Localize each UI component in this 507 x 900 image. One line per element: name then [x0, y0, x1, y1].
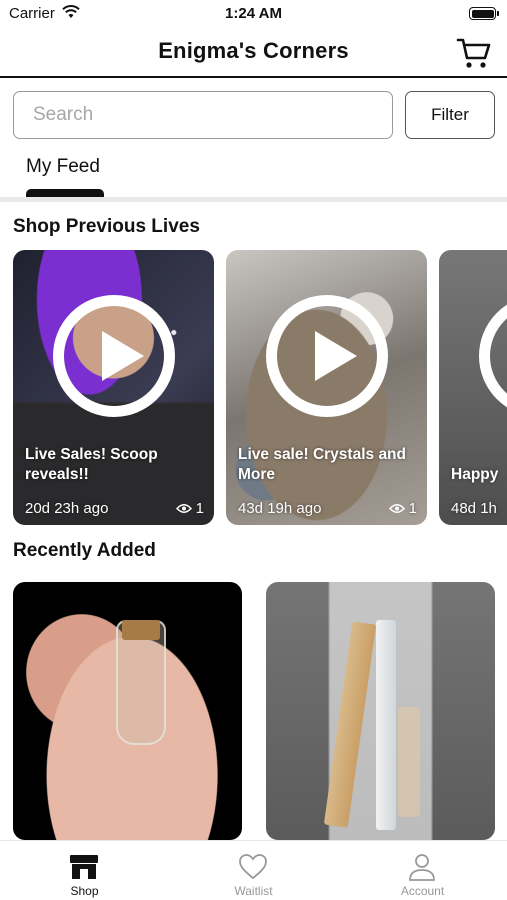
- live-title: Happy: [451, 466, 499, 483]
- live-title: Live Sales! Scoop reveals!!: [25, 446, 158, 483]
- view-count-value: 1: [408, 500, 417, 517]
- product-card[interactable]: [266, 582, 495, 840]
- tab-shop[interactable]: Shop: [0, 841, 169, 900]
- cork-shape: [122, 620, 160, 640]
- product-card[interactable]: [13, 582, 242, 840]
- play-icon[interactable]: [266, 295, 388, 417]
- eye-icon: [388, 504, 405, 513]
- live-card[interactable]: Live Sales! Scoop reveals!! 20d 23h ago …: [13, 250, 214, 525]
- bottom-tab-bar: Shop Waitlist Account: [0, 840, 507, 900]
- cart-icon[interactable]: [456, 36, 492, 70]
- view-count-value: 1: [195, 500, 204, 517]
- eye-icon: [175, 504, 192, 513]
- live-card[interactable]: Happy 48d 1h: [439, 250, 507, 525]
- section-divider: [0, 197, 507, 202]
- status-time: 1:24 AM: [225, 5, 282, 22]
- search-input[interactable]: [13, 91, 393, 139]
- tab-my-feed[interactable]: My Feed: [26, 156, 100, 178]
- tab-label: Shop: [70, 884, 99, 898]
- view-count: 1: [388, 500, 417, 517]
- previous-lives-carousel[interactable]: Live Sales! Scoop reveals!! 20d 23h ago …: [13, 250, 507, 525]
- play-icon[interactable]: [479, 295, 507, 417]
- navigation-bar: Enigma's Corners: [0, 28, 507, 78]
- tab-label: Account: [400, 884, 445, 898]
- status-bar: Carrier 1:24 AM: [0, 0, 507, 28]
- live-time-ago: 43d 19h ago: [238, 500, 322, 517]
- tab-account[interactable]: Account: [338, 841, 507, 900]
- previous-lives-heading: Shop Previous Lives: [13, 216, 200, 237]
- live-time-ago: 48d 1h: [451, 500, 497, 517]
- live-time-ago: 20d 23h ago: [25, 500, 109, 517]
- live-card[interactable]: Live sale! Crystals and More 43d 19h ago…: [226, 250, 427, 525]
- play-icon[interactable]: [53, 295, 175, 417]
- store-icon: [70, 855, 98, 879]
- heart-icon: [239, 854, 267, 880]
- person-icon: [409, 854, 435, 881]
- page-title: Enigma's Corners: [158, 38, 349, 63]
- battery-icon: [469, 7, 499, 20]
- live-title: Live sale! Crystals and More: [238, 446, 406, 483]
- selenite-wand: [376, 620, 396, 830]
- sand-vial: [398, 707, 420, 817]
- recently-added-heading: Recently Added: [13, 540, 156, 561]
- tab-waitlist[interactable]: Waitlist: [169, 841, 338, 900]
- view-count: 1: [175, 500, 204, 517]
- filter-button[interactable]: Filter: [405, 91, 495, 139]
- tab-label: Waitlist: [234, 884, 273, 898]
- palo-santo-stick: [323, 621, 377, 828]
